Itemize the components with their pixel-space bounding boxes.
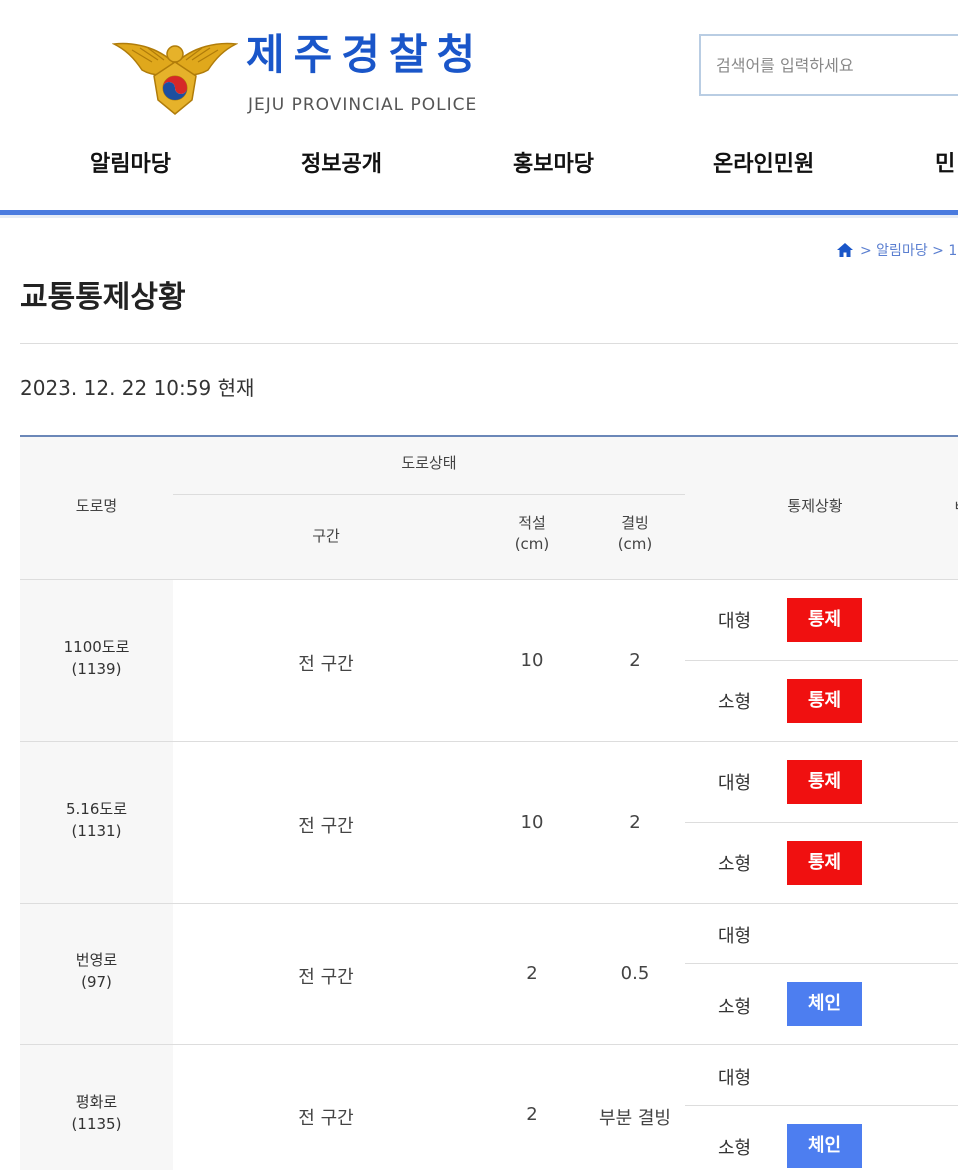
header-snow: 적설 (cm) [514, 514, 550, 553]
ice-cell: 2 [629, 812, 641, 833]
breadcrumb: > 알림마당 > 1 [836, 240, 957, 260]
snow-cell: 2 [526, 963, 538, 984]
site-logo-subtitle: JEJU PROVINCIAL POLICE [248, 95, 478, 115]
vehicle-large-label: 대형 [718, 611, 752, 632]
road-name-label: 5.16도로 [66, 800, 127, 818]
road-code: (1135) [71, 1114, 122, 1133]
control-status-badge: 통제 [787, 841, 862, 885]
nav-divider-shadow [0, 215, 958, 218]
search-box[interactable] [699, 34, 958, 96]
header-ice: 결빙 (cm) [617, 514, 653, 553]
section-cell: 전 구간 [298, 1108, 354, 1129]
breadcrumb-path[interactable]: > 알림마당 > 1 [860, 240, 957, 260]
road-code: (1131) [71, 821, 122, 840]
section-cell: 전 구간 [298, 967, 354, 988]
nav-item-civil[interactable]: 민 [935, 146, 955, 178]
road-name-label: 번영로 [75, 951, 118, 969]
row-subdivider [685, 963, 958, 964]
road-name: 평화로 (1135) [20, 1092, 173, 1136]
header-road-name: 도로명 [75, 497, 118, 515]
nav-item-online-petition[interactable]: 온라인민원 [713, 146, 814, 178]
ice-cell: 2 [629, 650, 641, 671]
vehicle-large-label: 대형 [718, 773, 752, 794]
nav-item-promotion[interactable]: 홍보마당 [513, 146, 594, 178]
section-cell: 전 구간 [298, 816, 354, 837]
title-divider [20, 343, 958, 344]
road-code: (97) [81, 972, 112, 991]
vehicle-small-label: 소형 [718, 692, 752, 713]
ice-cell: 부분 결빙 [599, 1108, 671, 1129]
row-subdivider [685, 822, 958, 823]
road-code: (1139) [71, 659, 122, 678]
section-cell: 전 구간 [298, 654, 354, 675]
nav-item-info-disclosure[interactable]: 정보공개 [301, 146, 382, 178]
snow-cell: 10 [520, 812, 544, 833]
control-status-badge: 통제 [787, 760, 862, 804]
road-name: 5.16도로 (1131) [20, 799, 173, 843]
snow-cell: 2 [526, 1104, 538, 1125]
vehicle-small-label: 소형 [718, 1138, 752, 1159]
vehicle-large-label: 대형 [718, 926, 752, 947]
vehicle-large-label: 대형 [718, 1068, 752, 1089]
site-logo-title[interactable]: 제주경찰청 [246, 34, 484, 76]
update-timestamp: 2023. 12. 22 10:59 현재 [20, 376, 255, 400]
search-input[interactable] [701, 36, 956, 94]
chain-status-badge: 체인 [787, 1124, 862, 1168]
control-status-badge: 통제 [787, 598, 862, 642]
header-control: 통제상황 [787, 497, 843, 515]
ice-cell: 0.5 [620, 963, 650, 984]
header-road-status: 도로상태 [401, 454, 457, 472]
road-name: 1100도로 (1139) [20, 637, 173, 681]
header-section: 구간 [312, 527, 340, 545]
nav-item-notice[interactable]: 알림마당 [90, 146, 171, 178]
police-emblem-icon[interactable] [111, 36, 239, 116]
control-status-badge: 통제 [787, 679, 862, 723]
chain-status-badge: 체인 [787, 982, 862, 1026]
road-name: 번영로 (97) [20, 950, 173, 994]
vehicle-small-label: 소형 [718, 854, 752, 875]
vehicle-small-label: 소형 [718, 997, 752, 1018]
header-subdivider [173, 494, 685, 495]
page-title: 교통통제상황 [20, 280, 186, 315]
row-subdivider [685, 660, 958, 661]
row-subdivider [685, 1105, 958, 1106]
snow-cell: 10 [520, 650, 544, 671]
header-partial: ㅂ [950, 496, 958, 517]
road-name-label: 평화로 [75, 1093, 118, 1111]
home-icon[interactable] [836, 242, 854, 258]
road-name-label: 1100도로 [63, 638, 130, 656]
traffic-control-table: 도로명 도로상태 구간 적설 (cm) 결빙 (cm) 통제상황 ㅂ 1100도… [20, 435, 958, 1170]
